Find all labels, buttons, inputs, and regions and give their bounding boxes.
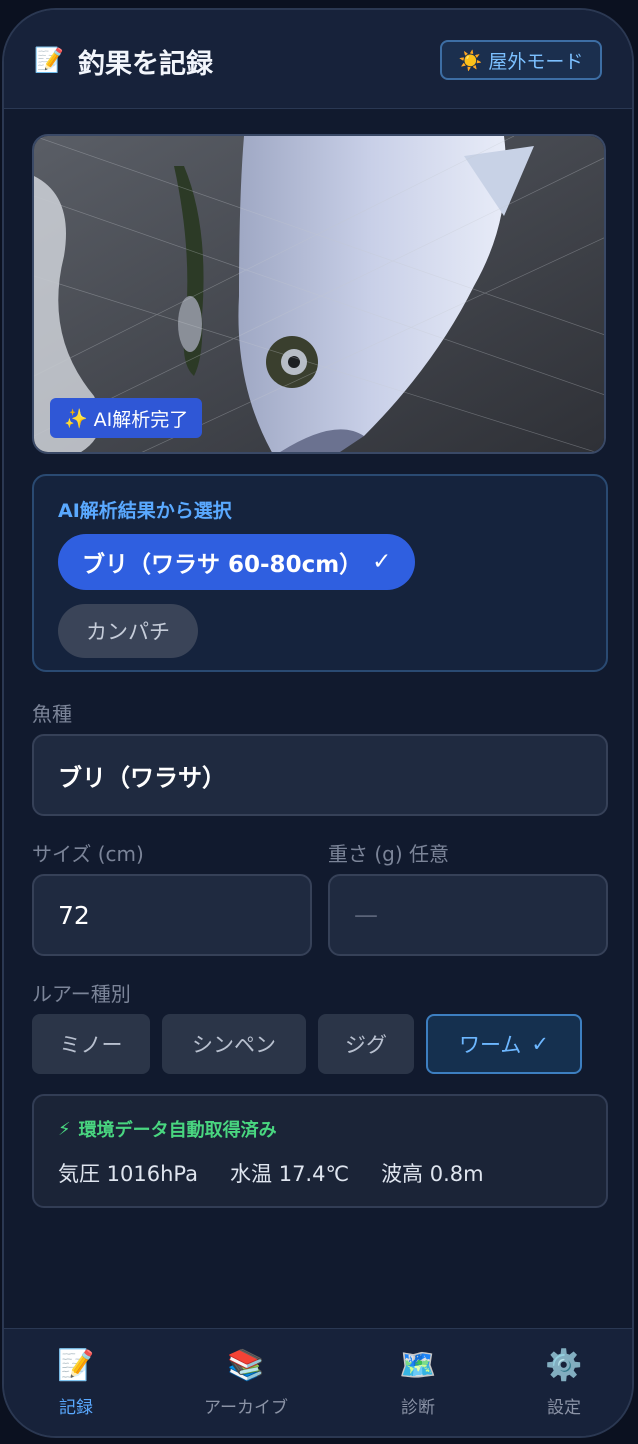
weight-label: 重さ (g) 任意 [328,842,450,866]
tab-settings[interactable]: ⚙️ 設定 [504,1347,624,1418]
water-temp-value: 水温 17.4℃ [230,1162,350,1186]
memo-icon: 📝 [34,46,64,74]
tab-record[interactable]: 📝 記録 [16,1347,136,1418]
app-screen: 📝 釣果を記録 ☀️ 屋外モード ✨ AI解析完了 AI解析結果から選択 ブリ（… [2,8,634,1438]
map-icon: 🗺️ [399,1348,437,1383]
page-title: 釣果を記録 [78,49,213,80]
tab-label: 設定 [547,1398,581,1418]
environment-title: 環境データ自動取得済み [78,1120,277,1141]
sparkles-icon: ✨ [64,407,88,430]
species-label: 魚種 [32,702,72,726]
environment-values: 気圧 1016hPa 水温 17.4℃ 波高 0.8m [58,1158,484,1188]
tab-label: 記録 [59,1398,93,1418]
catch-photo[interactable]: ✨ AI解析完了 [32,134,606,454]
size-value: 72 [58,900,90,930]
pressure-value: 気圧 1016hPa [58,1162,199,1186]
ai-result-label: カンパチ [86,620,170,644]
lure-option-worm[interactable]: ワーム ✓ [426,1014,582,1074]
outdoor-mode-label: 屋外モード [488,50,584,73]
ai-analysis-badge: ✨ AI解析完了 [50,398,203,438]
tab-diagnosis[interactable]: 🗺️ 診断 [358,1347,478,1418]
tab-archive[interactable]: 📚 アーカイブ [186,1347,306,1418]
header: 📝 釣果を記録 ☀️ 屋外モード [4,10,632,109]
gear-icon: ⚙️ [545,1348,583,1383]
check-icon: ✓ [531,1032,549,1056]
environment-panel: ⚡ 環境データ自動取得済み 気圧 1016hPa 水温 17.4℃ 波高 0.8… [32,1094,608,1208]
lure-option-label: ジグ [345,1033,387,1057]
ai-result-chip[interactable]: カンパチ [58,604,198,658]
lure-option-minnow[interactable]: ミノー [32,1014,150,1074]
ai-analysis-label: AI解析完了 [93,408,189,431]
sun-icon: ☀️ [458,49,483,72]
species-value: ブリ（ワラサ） [58,763,226,792]
lure-label: ルアー種別 [32,982,131,1006]
lure-option-sinking-pencil[interactable]: シンペン [162,1014,306,1074]
ai-results-title: AI解析結果から選択 [58,500,232,522]
outdoor-mode-button[interactable]: ☀️ 屋外モード [440,40,602,80]
species-field[interactable]: ブリ（ワラサ） [32,734,608,816]
size-field[interactable]: 72 [32,874,312,956]
check-icon: ✓ [372,549,392,575]
tab-label: 診断 [401,1398,435,1418]
lure-option-label: ミノー [59,1033,123,1057]
ai-result-label: ブリ（ワラサ 60-80cm） [82,552,363,578]
lure-option-jig[interactable]: ジグ [318,1014,414,1074]
books-icon: 📚 [227,1348,265,1383]
lure-option-label: ワーム [459,1033,522,1057]
tab-label: アーカイブ [204,1398,288,1418]
wave-height-value: 波高 0.8m [381,1162,484,1186]
lightning-icon: ⚡ [58,1118,71,1140]
ai-results-panel: AI解析結果から選択 ブリ（ワラサ 60-80cm） ✓ カンパチ [32,474,608,672]
lure-option-label: シンペン [192,1033,276,1057]
ai-result-chip-selected[interactable]: ブリ（ワラサ 60-80cm） ✓ [58,534,416,590]
environment-title-row: ⚡ 環境データ自動取得済み [58,1116,277,1142]
bottom-tab-bar: 📝 記録 📚 アーカイブ 🗺️ 診断 ⚙️ 設定 [4,1328,632,1436]
memo-icon: 📝 [57,1348,95,1383]
size-label: サイズ (cm) [32,842,144,866]
weight-field[interactable]: — [328,874,608,956]
weight-placeholder: — [354,901,378,929]
